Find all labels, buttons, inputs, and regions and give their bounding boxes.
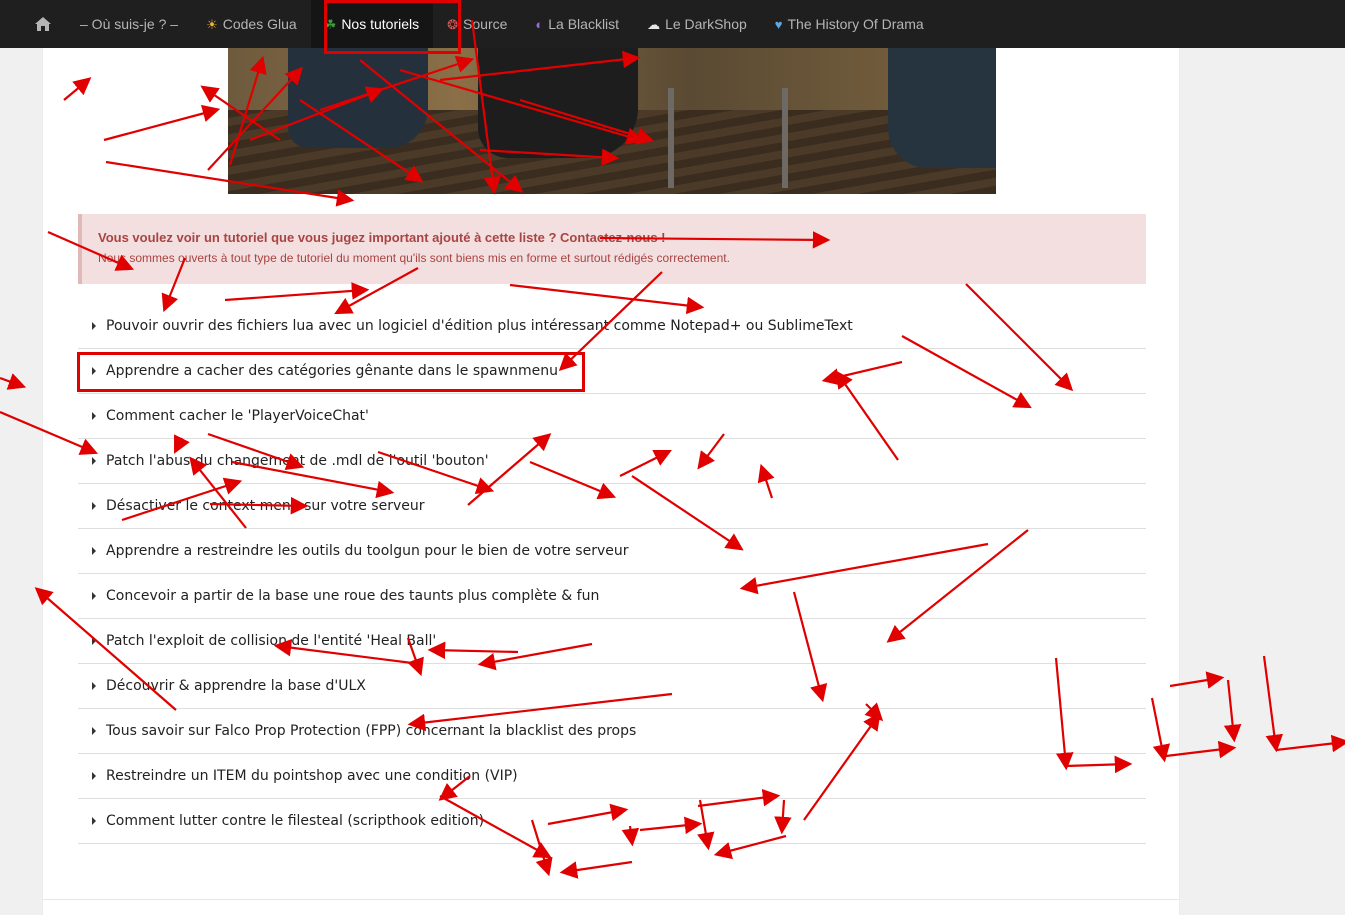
tutorial-title: Comment cacher le 'PlayerVoiceChat' xyxy=(106,408,369,424)
nav-item-label: Codes Glua xyxy=(222,16,297,32)
nav-item-la-blacklist[interactable]: ◐ La Blacklist xyxy=(521,0,633,48)
alert-title: Vous voulez voir un tutoriel que vous ju… xyxy=(98,230,666,245)
highlight-item-box xyxy=(77,352,585,392)
tutorial-title: Restreindre un ITEM du pointshop avec un… xyxy=(106,768,518,784)
nav-item-ou-suis-je[interactable]: – Où suis-je ? – xyxy=(66,0,192,48)
caret-right-icon xyxy=(92,637,96,645)
caret-right-icon xyxy=(92,727,96,735)
sun-icon: ☀ xyxy=(206,16,218,32)
tutorial-item[interactable]: Patch l'abus du changement de .mdl de l'… xyxy=(78,439,1146,484)
cloud-icon: ☁ xyxy=(647,16,661,32)
tutorial-item[interactable]: Patch l'exploit de collision de l'entité… xyxy=(78,619,1146,664)
main-content: Vous voulez voir un tutoriel que vous ju… xyxy=(42,48,1180,915)
tutorial-title: Tous savoir sur Falco Prop Protection (F… xyxy=(106,723,637,739)
tutorial-title: Comment lutter contre le filesteal (scri… xyxy=(106,813,485,829)
banner-figure-right xyxy=(888,48,996,168)
tutorial-title: Apprendre a restreindre les outils du to… xyxy=(106,543,629,559)
nav-item-label: Source xyxy=(463,16,508,32)
caret-right-icon xyxy=(92,592,96,600)
tutorial-item[interactable]: Comment cacher le 'PlayerVoiceChat' xyxy=(78,394,1146,439)
nav-item-label: La Blacklist xyxy=(548,16,620,32)
caret-right-icon xyxy=(92,772,96,780)
home-icon xyxy=(34,16,52,32)
tutorial-item[interactable]: Comment lutter contre le filesteal (scri… xyxy=(78,799,1146,844)
tutorial-item[interactable]: Pouvoir ouvrir des fichiers lua avec un … xyxy=(78,304,1146,349)
tutorial-item[interactable]: Tous savoir sur Falco Prop Protection (F… xyxy=(78,709,1146,754)
tutorial-item[interactable]: Découvrir & apprendre la base d'ULX xyxy=(78,664,1146,709)
tutorial-title: Découvrir & apprendre la base d'ULX xyxy=(106,678,366,694)
banner-chair xyxy=(668,88,788,188)
tutorial-item[interactable]: Désactiver le context menu sur votre ser… xyxy=(78,484,1146,529)
nav-item-label: The History Of Drama xyxy=(787,16,924,32)
nav-home[interactable] xyxy=(20,0,66,48)
caret-right-icon xyxy=(92,502,96,510)
top-navbar: – Où suis-je ? – ☀ Codes Glua ☘ Nos tuto… xyxy=(0,0,1345,48)
tutorial-item[interactable]: Restreindre un ITEM du pointshop avec un… xyxy=(78,754,1146,799)
banner-figure-middle xyxy=(478,48,638,158)
highlight-nav-box xyxy=(324,0,461,54)
info-alert: Vous voulez voir un tutoriel que vous ju… xyxy=(78,214,1146,284)
tutorial-title: Pouvoir ouvrir des fichiers lua avec un … xyxy=(106,318,853,334)
caret-right-icon xyxy=(92,457,96,465)
caret-right-icon xyxy=(92,547,96,555)
nav-item-label: – Où suis-je ? – xyxy=(80,16,179,32)
caret-right-icon xyxy=(92,682,96,690)
banner-image xyxy=(228,48,996,194)
caret-right-icon xyxy=(92,412,96,420)
heart-icon: ♥ xyxy=(774,16,783,32)
alert-text: Nous sommes ouverts à tout type de tutor… xyxy=(98,251,730,265)
caret-right-icon xyxy=(92,322,96,330)
tutorial-title: Concevoir a partir de la base une roue d… xyxy=(106,588,600,604)
blacklist-icon: ◐ xyxy=(535,16,544,32)
tutorial-item[interactable]: Concevoir a partir de la base une roue d… xyxy=(78,574,1146,619)
banner-figure-left xyxy=(288,48,428,148)
tutorial-title: Patch l'exploit de collision de l'entité… xyxy=(106,633,437,649)
tutorial-title: Patch l'abus du changement de .mdl de l'… xyxy=(106,453,489,469)
tutorial-title: Désactiver le context menu sur votre ser… xyxy=(106,498,425,514)
content-divider xyxy=(43,899,1179,900)
nav-item-le-darkshop[interactable]: ☁ Le DarkShop xyxy=(633,0,761,48)
caret-right-icon xyxy=(92,817,96,825)
nav-item-history-of-drama[interactable]: ♥ The History Of Drama xyxy=(761,0,938,48)
nav-item-codes-glua[interactable]: ☀ Codes Glua xyxy=(192,0,311,48)
tutorial-item[interactable]: Apprendre a restreindre les outils du to… xyxy=(78,529,1146,574)
nav-item-label: Le DarkShop xyxy=(665,16,747,32)
